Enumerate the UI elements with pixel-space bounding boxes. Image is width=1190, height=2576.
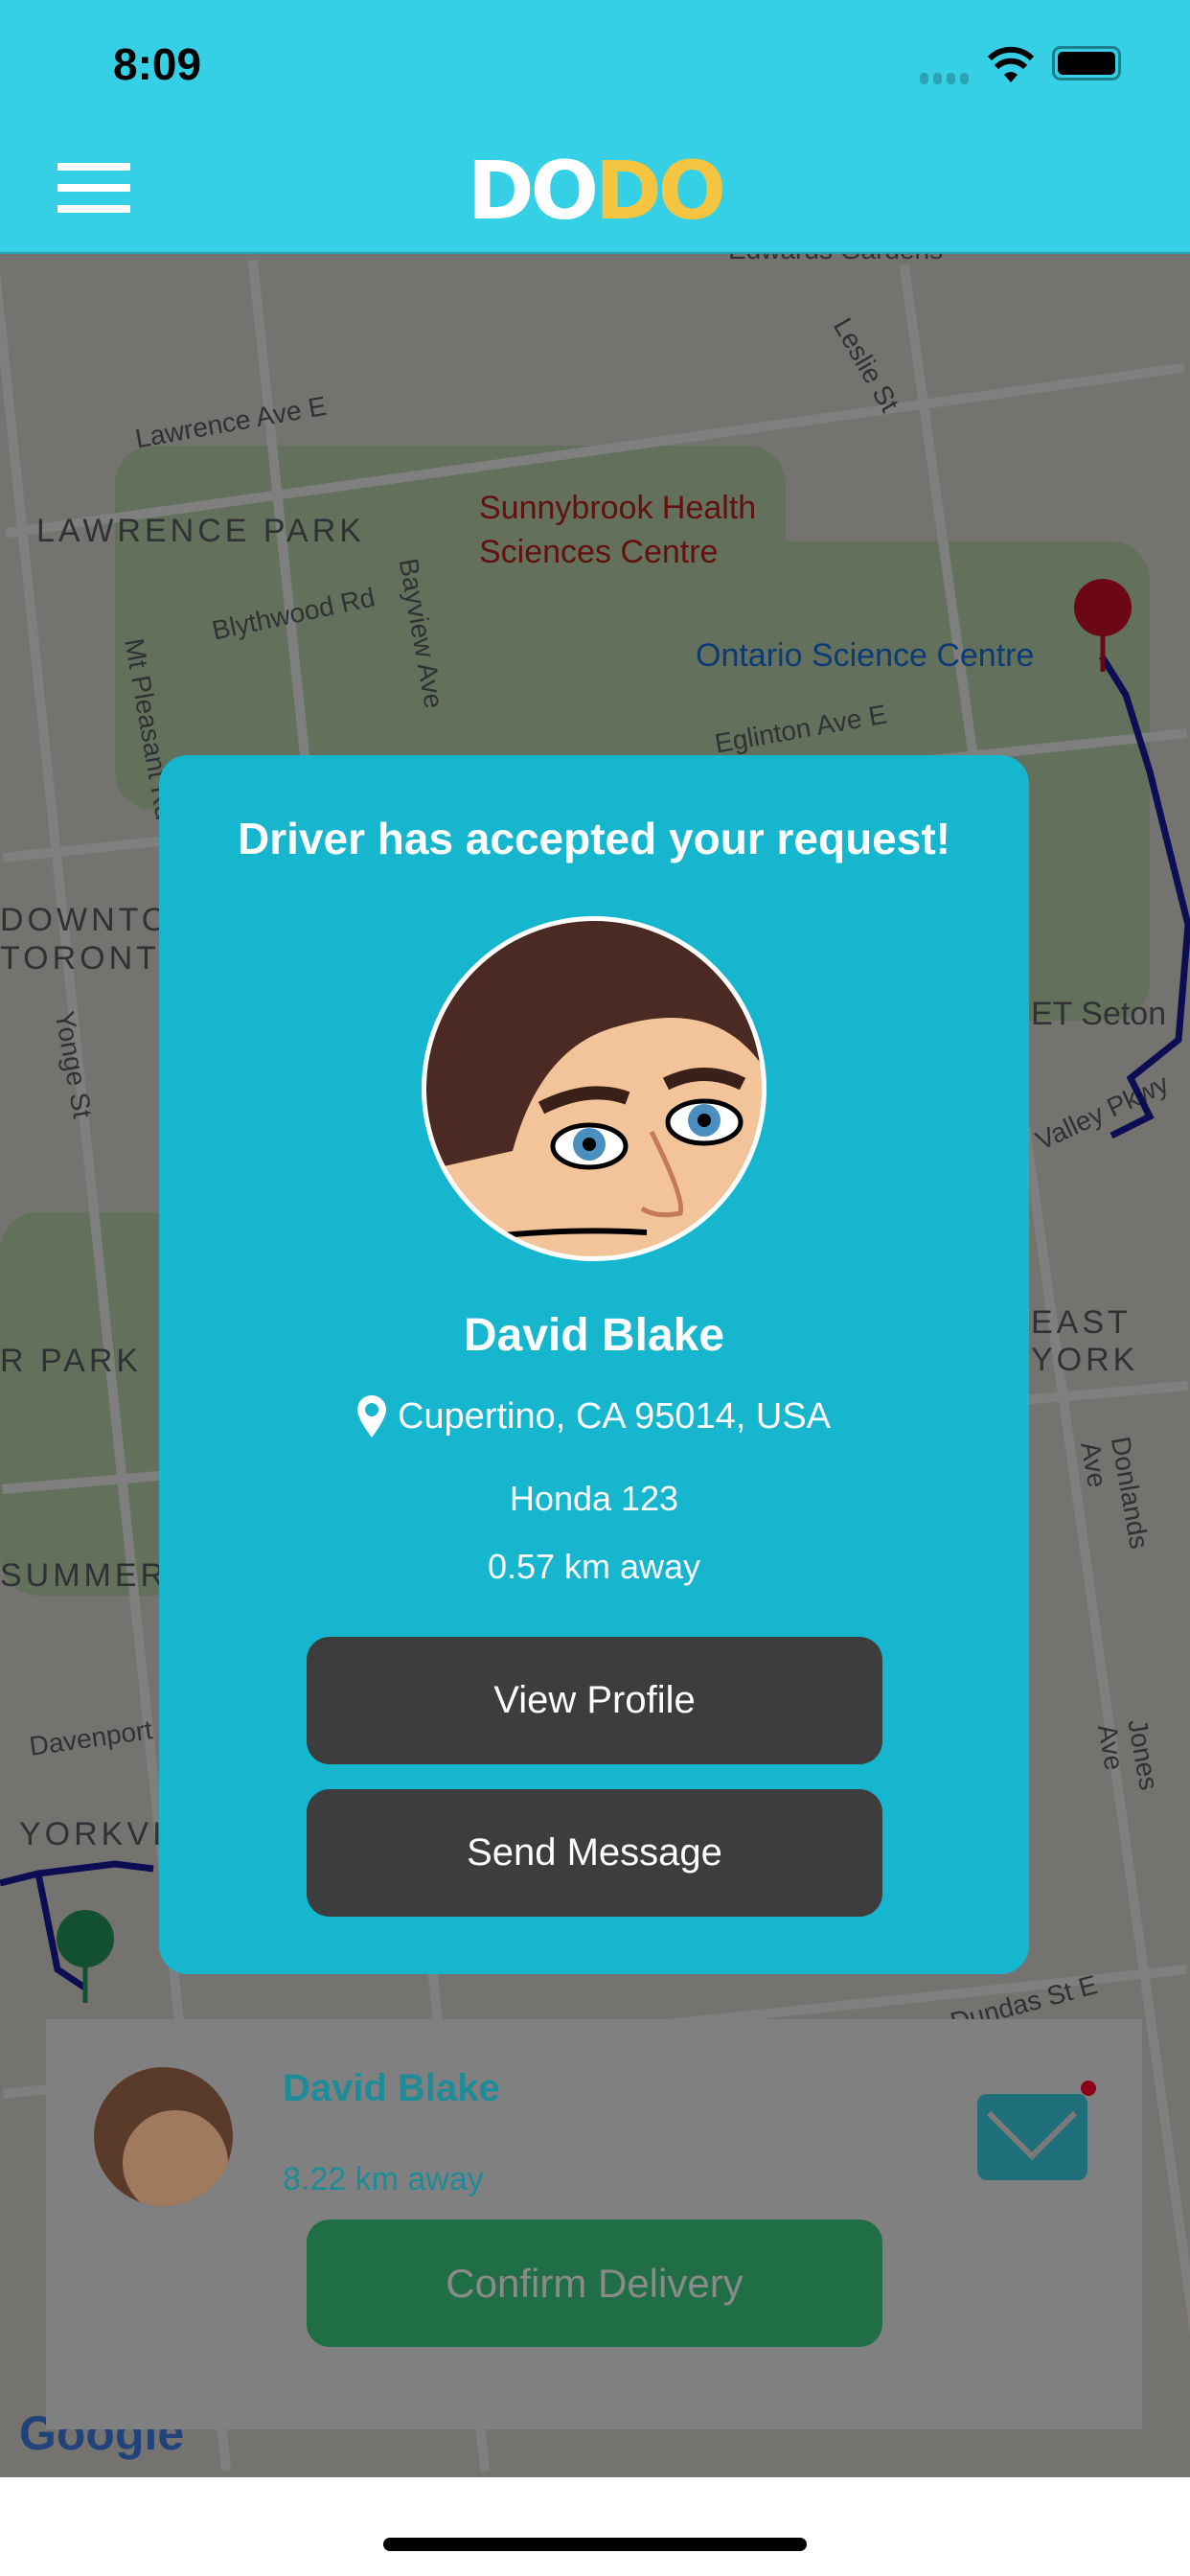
status-time: 8:09: [113, 39, 202, 89]
vehicle-info: Honda 123: [509, 1479, 679, 1518]
driver-avatar: [422, 916, 767, 1261]
unread-badge: [1081, 2081, 1096, 2096]
view-profile-button[interactable]: View Profile: [307, 1637, 882, 1764]
driver-distance: 0.57 km away: [487, 1547, 701, 1586]
driver-name: David Blake: [283, 2067, 500, 2109]
driver-avatar-small: [94, 2067, 233, 2206]
message-icon[interactable]: [977, 2084, 1090, 2180]
confirm-delivery-button[interactable]: Confirm Delivery: [307, 2220, 882, 2347]
app-logo: DODO: [467, 144, 726, 238]
signal-icon: [920, 73, 969, 84]
send-message-button[interactable]: Send Message: [307, 1789, 882, 1917]
location-pin-icon: [356, 1395, 386, 1438]
location-text: Cupertino, CA 95014, USA: [397, 1395, 832, 1437]
driver-location: Cupertino, CA 95014, USA: [159, 1395, 1029, 1438]
driver-accepted-modal: Driver has accepted your request! David …: [159, 755, 1029, 1974]
driver-summary-card: David Blake 8.22 km away Confirm Deliver…: [46, 2019, 1142, 2429]
modal-title: Driver has accepted your request!: [238, 814, 950, 863]
battery-icon: [1052, 46, 1121, 80]
home-indicator[interactable]: [383, 2538, 807, 2551]
driver-distance: 8.22 km away: [283, 2161, 484, 2197]
driver-name: David Blake: [463, 1310, 725, 1361]
app-header: 8:09 DODO: [0, 0, 1190, 254]
wifi-icon: [987, 46, 1035, 82]
